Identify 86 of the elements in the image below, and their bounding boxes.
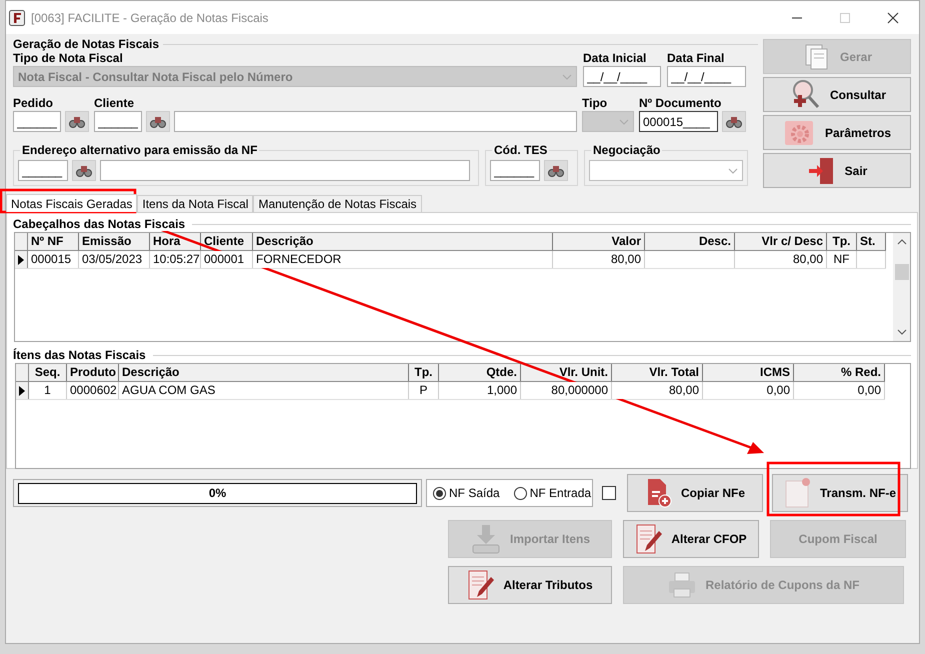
printer-icon bbox=[667, 571, 698, 599]
binoculars-button[interactable] bbox=[72, 160, 96, 181]
radio-button[interactable]: NF Saída bbox=[433, 486, 500, 500]
progress-text: 0% bbox=[208, 486, 226, 500]
binoculars-button[interactable] bbox=[146, 111, 170, 132]
document-number-field[interactable]: 000015____ bbox=[639, 111, 718, 132]
binoculars-icon bbox=[76, 164, 92, 176]
column-header[interactable]: St. bbox=[857, 233, 886, 250]
binoculars-icon bbox=[726, 116, 742, 128]
binoculars-button[interactable] bbox=[722, 111, 746, 132]
binoculars-icon bbox=[548, 164, 564, 176]
app-logo-icon bbox=[9, 10, 25, 26]
group-label: Cód. TES bbox=[492, 143, 550, 157]
input-field[interactable]: ______ bbox=[490, 160, 540, 181]
binoculars-icon bbox=[69, 116, 85, 128]
column-header[interactable]: % Red. bbox=[794, 364, 885, 381]
binoculars-button[interactable] bbox=[544, 160, 568, 181]
column-header[interactable]: Vlr. Unit. bbox=[521, 364, 612, 381]
tab[interactable]: Itens da Nota Fiscal bbox=[137, 195, 254, 212]
field-label: Tipo de Nota Fiscal bbox=[13, 51, 124, 65]
close-icon[interactable] bbox=[887, 12, 899, 24]
action-button[interactable]: Alterar Tributos bbox=[448, 566, 612, 604]
table-cell: 80,00 bbox=[612, 382, 703, 399]
input-field[interactable]: ______ bbox=[13, 111, 61, 132]
radio-icon[interactable] bbox=[433, 486, 446, 500]
scroll-down-icon[interactable] bbox=[896, 329, 906, 335]
row-indicator[interactable] bbox=[16, 382, 29, 399]
column-header[interactable]: Emissão bbox=[79, 233, 150, 250]
column-header[interactable]: Vlr c/ Desc bbox=[735, 233, 827, 250]
table-cell: FORNECEDOR bbox=[253, 251, 553, 268]
scroll-up-icon[interactable] bbox=[896, 239, 906, 245]
binoculars-button[interactable] bbox=[65, 111, 89, 132]
table-cell: 03/05/2023 bbox=[79, 251, 150, 268]
client-name-field[interactable] bbox=[174, 111, 577, 132]
column-header[interactable]: ICMS bbox=[703, 364, 794, 381]
table-cell: 0000602 bbox=[67, 382, 119, 399]
action-button[interactable]: Transm. NF-e bbox=[772, 474, 908, 512]
column-header[interactable]: Vlr. Total bbox=[612, 364, 703, 381]
column-header[interactable]: Cliente bbox=[201, 233, 253, 250]
field-label: Nº Documento bbox=[639, 96, 722, 110]
column-header[interactable]: Tp. bbox=[409, 364, 439, 381]
scrollbar-thumb[interactable] bbox=[894, 264, 908, 280]
action-button[interactable]: Alterar CFOP bbox=[623, 520, 759, 558]
column-header[interactable]: Produto bbox=[67, 364, 119, 381]
column-header[interactable]: Descrição bbox=[119, 364, 409, 381]
input-field[interactable]: ______ bbox=[94, 111, 142, 132]
column-header[interactable]: Qtde. bbox=[439, 364, 521, 381]
pencil-document-icon bbox=[467, 569, 496, 601]
action-button[interactable]: Copiar NFe bbox=[627, 474, 763, 512]
action-button[interactable]: Parâmetros bbox=[763, 115, 911, 150]
date-input-field[interactable]: __/__/____ bbox=[667, 66, 746, 87]
scrollbar[interactable] bbox=[893, 233, 910, 341]
field-label: Pedido bbox=[13, 96, 54, 110]
column-header[interactable]: Desc. bbox=[645, 233, 735, 250]
address-field[interactable] bbox=[100, 160, 470, 181]
input-field[interactable]: ______ bbox=[18, 160, 68, 181]
tab[interactable]: Manutenção de Notas Fiscais bbox=[253, 195, 422, 212]
window-title: [0063] FACILITE - Geração de Notas Fiscais bbox=[31, 10, 268, 24]
group-label: Negociação bbox=[591, 143, 662, 157]
action-button[interactable]: Sair bbox=[763, 153, 911, 188]
field-label: Tipo bbox=[582, 96, 608, 110]
action-button[interactable]: Consultar bbox=[763, 77, 911, 112]
field-label: Data Inicial bbox=[583, 51, 648, 65]
column-header[interactable]: Valor bbox=[553, 233, 645, 250]
column-header[interactable]: Tp. bbox=[827, 233, 857, 250]
group-title: Geração de Notas Fiscais bbox=[13, 37, 160, 51]
tab[interactable]: Notas Fiscais Geradas bbox=[6, 194, 138, 212]
field-label: Cliente bbox=[94, 96, 136, 110]
table-cell: AGUA COM GAS bbox=[119, 382, 409, 399]
field-label: Data Final bbox=[667, 51, 726, 65]
checkbox[interactable] bbox=[602, 486, 616, 500]
download-tray-icon bbox=[470, 523, 502, 555]
table-cell: 000001 bbox=[201, 251, 253, 268]
column-header[interactable]: Seq. bbox=[29, 364, 67, 381]
column-header[interactable]: Nº NF bbox=[28, 233, 79, 250]
pencil-document-icon bbox=[635, 523, 664, 555]
row-indicator[interactable] bbox=[15, 251, 28, 268]
group-label: Endereço alternativo para emissão da NF bbox=[20, 143, 260, 157]
column-header[interactable]: Hora bbox=[150, 233, 201, 250]
radio-icon[interactable] bbox=[514, 486, 527, 500]
radio-button[interactable]: NF Entrada bbox=[514, 486, 592, 500]
table-cell: 000015 bbox=[28, 251, 79, 268]
blank-document-icon bbox=[784, 477, 812, 509]
binoculars-icon bbox=[150, 116, 166, 128]
column-header[interactable]: Descrição bbox=[253, 233, 553, 250]
date-input-field[interactable]: __/__/____ bbox=[583, 66, 661, 87]
